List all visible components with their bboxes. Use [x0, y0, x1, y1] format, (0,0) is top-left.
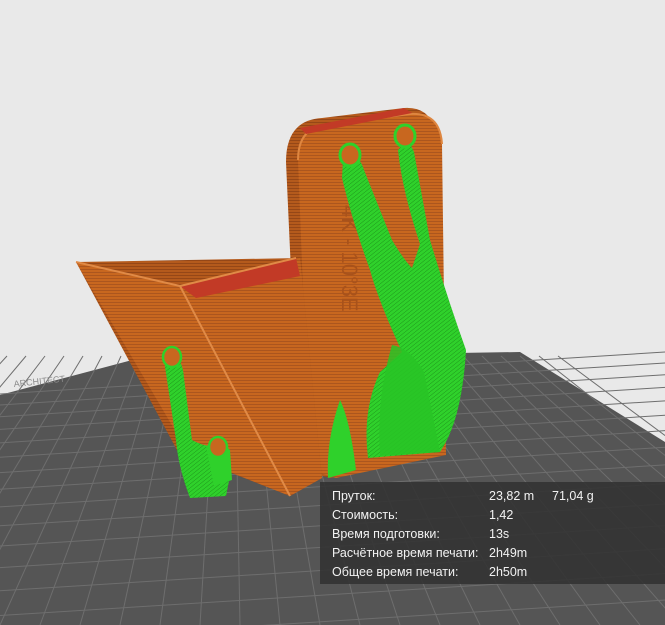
- filament-weight: 71,04 g: [552, 489, 594, 503]
- filament-row: Пруток: 23,82 m 71,04 g: [332, 487, 665, 506]
- filament-label: Пруток:: [332, 489, 376, 503]
- cost-label: Стоимость:: [332, 508, 399, 522]
- est-print-label: Расчётное время печати:: [332, 546, 479, 560]
- cost-row: Стоимость: 1,42: [332, 506, 665, 525]
- est-print-row: Расчётное время печати: 2h49m: [332, 544, 665, 563]
- print-stats-panel: Пруток: 23,82 m 71,04 g Стоимость: 1,42 …: [320, 482, 665, 584]
- total-time-label: Общее время печати:: [332, 565, 459, 579]
- prep-time-value: 13s: [489, 527, 510, 541]
- est-print-value: 2h49m: [489, 546, 528, 560]
- total-time-row: Общее время печати: 2h50m: [332, 563, 665, 582]
- total-time-value: 2h50m: [489, 565, 528, 579]
- prep-time-row: Время подготовки: 13s: [332, 525, 665, 544]
- cost-value: 1,42: [489, 508, 514, 522]
- prep-time-label: Время подготовки:: [332, 527, 440, 541]
- filament-length: 23,82 m: [489, 489, 535, 503]
- 3d-viewport[interactable]: ARCHITECT 4K - 10°3E Пруток: 23,82 m 71,…: [0, 0, 665, 625]
